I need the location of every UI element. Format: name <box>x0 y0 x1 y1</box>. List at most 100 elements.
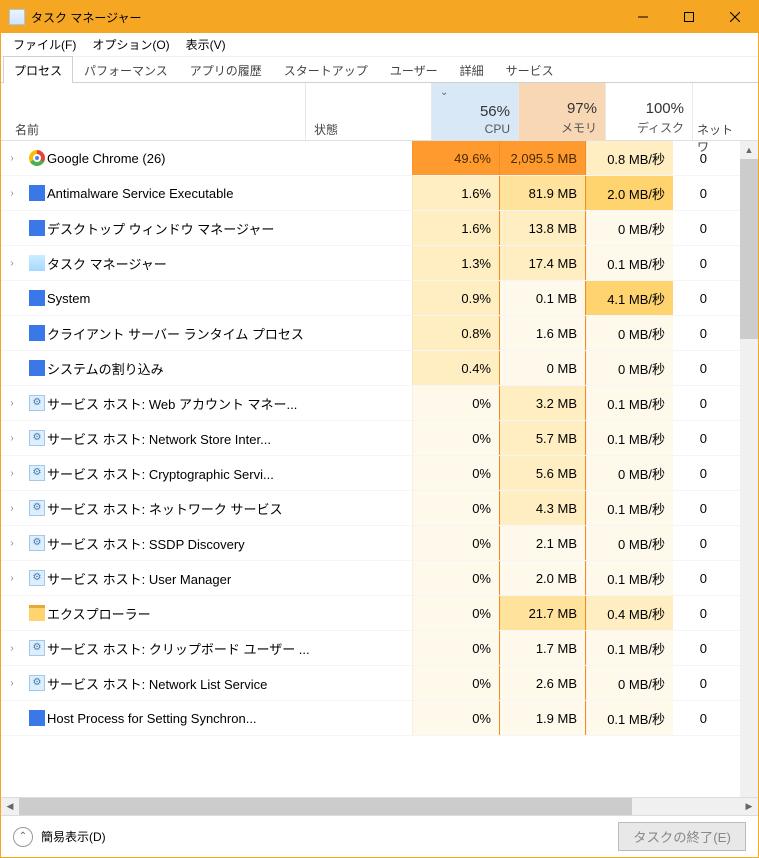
process-icon <box>27 570 47 586</box>
chevron-up-icon: ⌃ <box>13 827 33 847</box>
process-icon <box>27 325 47 341</box>
expand-toggle[interactable]: › <box>1 468 23 479</box>
process-row[interactable]: システムの割り込み0.4%0 MB0 MB/秒0 <box>1 351 758 386</box>
scroll-right-icon[interactable]: ▶ <box>740 798 758 815</box>
process-row[interactable]: エクスプローラー0%21.7 MB0.4 MB/秒0 <box>1 596 758 631</box>
network-cell: 0 <box>673 491 709 525</box>
cpu-cell: 0.4% <box>412 351 499 385</box>
process-row[interactable]: System0.9%0.1 MB4.1 MB/秒0 <box>1 281 758 316</box>
expand-toggle[interactable]: › <box>1 153 23 164</box>
expand-toggle[interactable]: › <box>1 503 23 514</box>
process-row[interactable]: ›サービス ホスト: ネットワーク サービス0%4.3 MB0.1 MB/秒0 <box>1 491 758 526</box>
process-row[interactable]: ›サービス ホスト: Network List Service0%2.6 MB0… <box>1 666 758 701</box>
memory-cell: 1.6 MB <box>499 316 586 350</box>
column-header-network[interactable]: ネットワ <box>693 83 743 140</box>
minimize-button[interactable] <box>620 1 666 33</box>
sort-indicator-icon: ⌄ <box>440 87 448 98</box>
tab-details[interactable]: 詳細 <box>449 56 495 83</box>
title-bar[interactable]: タスク マネージャー <box>1 1 758 33</box>
content-area: 名前 状態 ⌄ 56% CPU 97% メモリ 100% ディスク ネットワ <box>1 83 758 815</box>
network-cell: 0 <box>673 246 709 280</box>
menu-options[interactable]: オプション(O) <box>86 34 175 55</box>
end-task-button[interactable]: タスクの終了(E) <box>618 822 746 851</box>
process-name-cell: タスク マネージャー <box>23 254 412 273</box>
column-header-disk[interactable]: 100% ディスク <box>606 83 693 140</box>
process-row[interactable]: ›サービス ホスト: クリップボード ユーザー ...0%1.7 MB0.1 M… <box>1 631 758 666</box>
cpu-cell: 0% <box>412 666 499 700</box>
expand-toggle[interactable]: › <box>1 188 23 199</box>
process-row[interactable]: ›Google Chrome (26)49.6%2,095.5 MB0.8 MB… <box>1 141 758 176</box>
memory-cell: 1.9 MB <box>499 701 586 735</box>
process-icon <box>27 360 47 376</box>
expand-toggle[interactable]: › <box>1 258 23 269</box>
tab-app-history[interactable]: アプリの履歴 <box>179 56 273 83</box>
process-icon <box>27 430 47 446</box>
process-name-cell: サービス ホスト: User Manager <box>23 569 412 588</box>
expand-toggle[interactable]: › <box>1 573 23 584</box>
disk-cell: 0.1 MB/秒 <box>586 701 673 735</box>
maximize-button[interactable] <box>666 1 712 33</box>
process-row[interactable]: ›サービス ホスト: Network Store Inter...0%5.7 M… <box>1 421 758 456</box>
horizontal-scrollbar[interactable]: ◀ ▶ <box>1 797 758 815</box>
disk-cell: 0.1 MB/秒 <box>586 491 673 525</box>
task-manager-window: タスク マネージャー ファイル(F) オプション(O) 表示(V) プロセス パ… <box>0 0 759 858</box>
process-name-cell: System <box>23 290 412 306</box>
hscroll-thumb[interactable] <box>19 798 632 815</box>
process-row[interactable]: クライアント サーバー ランタイム プロセス0.8%1.6 MB0 MB/秒0 <box>1 316 758 351</box>
expand-toggle[interactable]: › <box>1 643 23 654</box>
column-header-name[interactable]: 名前 <box>1 83 306 140</box>
close-button[interactable] <box>712 1 758 33</box>
column-header-status[interactable]: 状態 <box>306 83 431 140</box>
process-name: デスクトップ ウィンドウ マネージャー <box>47 219 274 238</box>
process-icon <box>27 535 47 551</box>
process-icon <box>27 395 47 411</box>
process-icon <box>27 710 47 726</box>
tab-startup[interactable]: スタートアップ <box>273 56 379 83</box>
disk-cell: 0 MB/秒 <box>586 351 673 385</box>
expand-toggle[interactable]: › <box>1 678 23 689</box>
disk-cell: 0.8 MB/秒 <box>586 141 673 175</box>
memory-cell: 5.7 MB <box>499 421 586 455</box>
memory-usage-total: 97% <box>567 100 597 117</box>
process-row[interactable]: Host Process for Setting Synchron...0%1.… <box>1 701 758 736</box>
scroll-up-icon[interactable]: ▲ <box>740 141 758 159</box>
expand-toggle[interactable]: › <box>1 433 23 444</box>
process-row[interactable]: ›サービス ホスト: Cryptographic Servi...0%5.6 M… <box>1 456 758 491</box>
process-name: システムの割り込み <box>47 359 164 378</box>
process-name-cell: サービス ホスト: ネットワーク サービス <box>23 499 412 518</box>
expand-toggle[interactable]: › <box>1 398 23 409</box>
scroll-thumb[interactable] <box>740 159 758 339</box>
process-icon <box>27 640 47 656</box>
process-row[interactable]: ›Antimalware Service Executable1.6%81.9 … <box>1 176 758 211</box>
tab-performance[interactable]: パフォーマンス <box>73 56 179 83</box>
menu-view[interactable]: 表示(V) <box>180 34 232 55</box>
process-name: Google Chrome (26) <box>47 151 166 166</box>
scroll-left-icon[interactable]: ◀ <box>1 798 19 815</box>
process-row[interactable]: ›サービス ホスト: User Manager0%2.0 MB0.1 MB/秒0 <box>1 561 758 596</box>
process-name: サービス ホスト: Cryptographic Servi... <box>47 464 274 483</box>
tab-services[interactable]: サービス <box>495 56 565 83</box>
process-icon <box>27 605 47 621</box>
process-row[interactable]: ›サービス ホスト: SSDP Discovery0%2.1 MB0 MB/秒0 <box>1 526 758 561</box>
tab-processes[interactable]: プロセス <box>3 56 73 83</box>
memory-cell: 1.7 MB <box>499 631 586 665</box>
process-rows: ›Google Chrome (26)49.6%2,095.5 MB0.8 MB… <box>1 141 758 736</box>
column-header-cpu[interactable]: ⌄ 56% CPU <box>432 83 519 140</box>
network-cell: 0 <box>673 386 709 420</box>
tab-users[interactable]: ユーザー <box>379 56 449 83</box>
cpu-label: CPU <box>485 122 510 136</box>
cpu-cell: 1.6% <box>412 211 499 245</box>
vertical-scrollbar[interactable]: ▲ <box>740 141 758 797</box>
disk-cell: 0 MB/秒 <box>586 316 673 350</box>
disk-cell: 0 MB/秒 <box>586 211 673 245</box>
process-row[interactable]: ›サービス ホスト: Web アカウント マネー...0%3.2 MB0.1 M… <box>1 386 758 421</box>
close-icon <box>730 12 740 22</box>
menu-file[interactable]: ファイル(F) <box>7 34 82 55</box>
column-header-memory[interactable]: 97% メモリ <box>519 83 606 140</box>
expand-toggle[interactable]: › <box>1 538 23 549</box>
process-row[interactable]: デスクトップ ウィンドウ マネージャー1.6%13.8 MB0 MB/秒0 <box>1 211 758 246</box>
fewer-details-button[interactable]: ⌃ 簡易表示(D) <box>13 827 106 847</box>
memory-cell: 0 MB <box>499 351 586 385</box>
process-icon <box>27 255 47 271</box>
process-row[interactable]: ›タスク マネージャー1.3%17.4 MB0.1 MB/秒0 <box>1 246 758 281</box>
